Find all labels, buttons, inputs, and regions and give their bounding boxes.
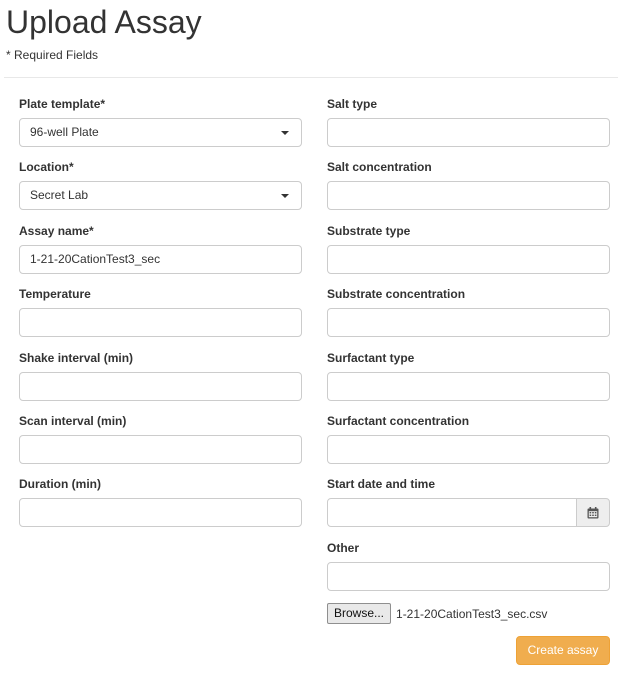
caret-down-icon (281, 194, 289, 199)
page-title: Upload Assay (6, 4, 202, 40)
duration-input[interactable] (19, 498, 302, 528)
temperature-label: Temperature (19, 287, 91, 302)
salt-concentration-group: Salt concentration (327, 160, 610, 223)
duration-label: Duration (min) (19, 477, 101, 492)
calendar-icon (587, 506, 599, 519)
surfactant-type-group: Surfactant type (327, 351, 610, 414)
plate-template-value: 96-well Plate (30, 125, 99, 139)
other-input[interactable] (327, 561, 610, 591)
shake-interval-input[interactable] (19, 371, 302, 401)
salt-type-group: Salt type (327, 97, 610, 160)
plate-template-label: Plate template* (19, 97, 106, 111)
salt-type-label: Salt type (327, 97, 378, 111)
other-group: Other (327, 541, 610, 604)
surfactant-concentration-group: Surfactant concentration (327, 414, 610, 477)
required-fields-note: * Required Fields (6, 48, 99, 62)
calendar-button[interactable] (576, 498, 610, 528)
substrate-type-label: Substrate type (327, 223, 411, 238)
temperature-input[interactable] (19, 308, 302, 338)
surfactant-concentration-input[interactable] (327, 434, 610, 464)
scan-interval-input[interactable] (19, 434, 302, 464)
assay-name-group: Assay name* 1-21-20CationTest3_sec (19, 224, 302, 287)
salt-type-input[interactable] (327, 118, 610, 147)
form-column-right: Salt type Salt concentration Substrate t… (327, 97, 610, 604)
substrate-type-input[interactable] (327, 244, 610, 274)
start-date-label: Start date and time (327, 477, 436, 492)
substrate-concentration-group: Substrate concentration (327, 287, 610, 350)
location-group: Location* Secret Lab (19, 160, 302, 223)
start-date-control (327, 498, 610, 528)
assay-name-input[interactable]: 1-21-20CationTest3_sec (19, 244, 302, 274)
substrate-type-group: Substrate type (327, 224, 610, 287)
scan-interval-group: Scan interval (min) (19, 414, 302, 477)
surfactant-concentration-label: Surfactant concentration (327, 413, 470, 428)
scan-interval-label: Scan interval (min) (19, 413, 127, 428)
plate-template-group: Plate template* 96-well Plate (19, 97, 302, 160)
form-column-left: Plate template* 96-well Plate Location* … (19, 97, 302, 541)
substrate-concentration-input[interactable] (327, 308, 610, 338)
temperature-group: Temperature (19, 287, 302, 350)
salt-concentration-label: Salt concentration (327, 160, 432, 175)
surfactant-type-label: Surfactant type (327, 350, 415, 365)
header-divider (4, 77, 618, 78)
location-label: Location* (19, 160, 74, 175)
location-select[interactable]: Secret Lab (19, 181, 302, 211)
selected-filename: 1-21-20CationTest3_sec.csv (396, 606, 548, 621)
start-date-input[interactable] (327, 498, 577, 528)
substrate-concentration-label: Substrate concentration (327, 287, 466, 302)
assay-name-label: Assay name* (19, 223, 94, 238)
location-value: Secret Lab (30, 188, 89, 203)
file-upload: Browse... 1-21-20CationTest3_sec.csv (327, 603, 547, 624)
salt-concentration-input[interactable] (327, 181, 610, 211)
shake-interval-label: Shake interval (min) (19, 350, 134, 365)
create-assay-button[interactable]: Create assay (516, 636, 610, 665)
shake-interval-group: Shake interval (min) (19, 351, 302, 414)
caret-down-icon (281, 131, 289, 135)
duration-group: Duration (min) (19, 477, 302, 540)
other-label: Other (327, 540, 360, 555)
plate-template-select[interactable]: 96-well Plate (19, 118, 302, 147)
start-date-group: Start date and time (327, 477, 610, 540)
browse-button[interactable]: Browse... (327, 603, 392, 624)
surfactant-type-input[interactable] (327, 371, 610, 401)
